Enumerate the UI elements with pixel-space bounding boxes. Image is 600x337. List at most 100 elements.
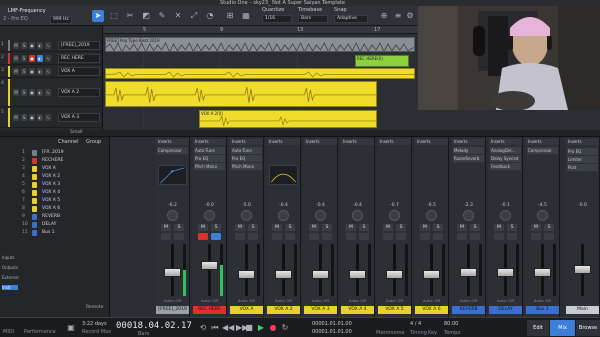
track-row[interactable]: 3 M S ● ◐ ∿ VOX A — [0, 66, 103, 78]
eraser-tool-icon[interactable]: ◩ — [140, 10, 152, 22]
monitor-button[interactable]: ◐ — [37, 68, 43, 75]
insert-slot[interactable]: Melody — [453, 147, 484, 154]
channel-name-label[interactable]: DELAY — [489, 306, 522, 314]
mute-button[interactable]: M — [13, 114, 19, 121]
channel-row[interactable]: 7 VOX A 5 — [20, 197, 108, 205]
volume-value[interactable]: -0.0 — [195, 203, 224, 209]
mute-button[interactable]: M — [13, 42, 19, 49]
solo-button[interactable]: S — [359, 224, 369, 231]
channel-row[interactable]: 3 VOX A — [20, 165, 108, 173]
solo-button[interactable]: S — [248, 224, 258, 231]
automation-mode[interactable]: Auto: Off — [454, 298, 483, 303]
arrangement-view[interactable]: 5 9 13 17 FREE] Pop Type Beat 2019 REC H… — [103, 26, 418, 130]
audio-clip-beat[interactable]: FREE] Pop Type Beat 2019 — [105, 37, 415, 52]
stop-icon[interactable]: ■ — [244, 323, 254, 333]
mute-button[interactable]: M — [420, 224, 430, 231]
pan-knob[interactable] — [278, 210, 289, 221]
insert-slot[interactable] — [305, 163, 336, 170]
solo-button[interactable]: S — [211, 224, 221, 231]
channel-row[interactable]: 11 Bus 1 — [20, 229, 108, 237]
solo-button[interactable]: S — [285, 224, 295, 231]
automation-button[interactable]: ∿ — [45, 68, 51, 75]
channel-row[interactable]: 2 RECHERE — [20, 157, 108, 165]
channel-name-label[interactable]: VOX A — [230, 306, 263, 314]
mute-button[interactable]: M — [272, 224, 282, 231]
solo-button[interactable]: S — [544, 224, 554, 231]
volume-value[interactable]: -0.0 — [568, 203, 597, 209]
automation-mode[interactable]: Auto: Off — [232, 298, 261, 303]
monitor-button[interactable] — [433, 233, 443, 240]
track-name[interactable]: VOX A 3 — [58, 113, 100, 122]
edit-page-button[interactable]: Edit — [527, 320, 549, 336]
loop-toggle-icon[interactable]: ↻ — [280, 323, 290, 333]
monitor-button[interactable] — [507, 233, 517, 240]
volume-value[interactable]: -0.4 — [269, 203, 298, 209]
mute-button[interactable]: M — [309, 224, 319, 231]
solo-button[interactable]: S — [470, 224, 480, 231]
solo-button[interactable]: S — [322, 224, 332, 231]
arrow-tool-icon[interactable]: ➤ — [92, 10, 104, 22]
automation-mode[interactable]: Auto: Off — [269, 298, 298, 303]
solo-button[interactable]: S — [21, 55, 27, 62]
pan-knob[interactable] — [389, 210, 400, 221]
time-signature[interactable]: 4 / 4 — [410, 321, 421, 327]
track-row[interactable]: 1 M S ● ◐ ∿ [FREE]_2019 — [0, 40, 103, 52]
channel-row[interactable]: 5 VOX A 3 — [20, 181, 108, 189]
volume-value[interactable]: -6.2 — [158, 203, 187, 209]
grid-toggle-icon[interactable]: ▦ — [240, 10, 252, 22]
track-row[interactable]: 4 M S ● ◐ ∿ VOX A 2 — [0, 79, 103, 107]
mute-button[interactable]: M — [494, 224, 504, 231]
automation-mode[interactable]: Auto: Off — [158, 298, 187, 303]
snap-select[interactable]: Adaptive — [334, 15, 368, 23]
loop-icon[interactable]: ⟲ — [198, 323, 208, 333]
tempo-value[interactable]: 80.00 — [444, 321, 458, 327]
solo-button[interactable]: S — [174, 224, 184, 231]
mute-button[interactable]: M — [235, 224, 245, 231]
channel-name-label[interactable]: REC HERE — [193, 306, 226, 314]
volume-fader[interactable] — [386, 270, 403, 279]
size-label[interactable]: Small — [70, 130, 83, 135]
remote-button[interactable]: Remote — [86, 305, 103, 310]
mute-button[interactable]: M — [13, 55, 19, 62]
insert-slot[interactable] — [157, 155, 188, 162]
solo-button[interactable]: S — [21, 89, 27, 96]
insert-slot[interactable] — [379, 147, 410, 154]
inputs-button[interactable]: Inputs — [2, 255, 18, 260]
automation-mode[interactable]: Auto: Off — [195, 298, 224, 303]
metronome-label[interactable]: Metronome — [376, 330, 405, 336]
volume-value[interactable]: -5.0 — [232, 203, 261, 209]
volume-fader[interactable] — [460, 268, 477, 277]
insert-slot[interactable] — [268, 147, 299, 154]
insert-slot[interactable] — [416, 147, 447, 154]
volume-value[interactable]: -0.7 — [380, 203, 409, 209]
channel-name-label[interactable]: VOX A 4 — [341, 306, 374, 314]
insert-slot[interactable]: Limiter — [567, 156, 598, 163]
volume-value[interactable]: -4.5 — [528, 203, 557, 209]
channel-row[interactable]: 8 VOX A 6 — [20, 205, 108, 213]
back-icon[interactable]: ◀◀ — [222, 323, 234, 333]
pan-knob[interactable] — [241, 210, 252, 221]
volume-fader[interactable] — [423, 270, 440, 279]
settings-icon[interactable]: ⚙ — [404, 10, 416, 22]
mute-button[interactable]: M — [457, 224, 467, 231]
solo-button[interactable]: S — [21, 42, 27, 49]
volume-fader[interactable] — [497, 268, 514, 277]
insert-slot[interactable] — [453, 163, 484, 170]
browse-page-button[interactable]: Browse — [576, 320, 600, 336]
channel-name-label[interactable]: VOX A 5 — [378, 306, 411, 314]
volume-value[interactable]: -0.4 — [306, 203, 335, 209]
pan-knob[interactable] — [426, 210, 437, 221]
solo-button[interactable]: S — [396, 224, 406, 231]
insert-slot[interactable]: Auto-Tune — [231, 147, 262, 154]
monitor-button[interactable] — [396, 233, 406, 240]
freq-field[interactable]: 999 Hz — [50, 16, 72, 24]
monitor-button[interactable] — [248, 233, 258, 240]
volume-value[interactable]: -2.3 — [454, 203, 483, 209]
snap-toggle-icon[interactable]: ⊞ — [224, 10, 236, 22]
pan-knob[interactable] — [204, 210, 215, 221]
record-arm-button[interactable] — [161, 233, 171, 240]
insert-slot[interactable]: Pitch Mono — [231, 163, 262, 170]
external-button[interactable]: External — [2, 275, 19, 280]
automation-button[interactable]: ∿ — [45, 42, 51, 49]
inserts-header[interactable]: Inserts — [526, 139, 559, 145]
